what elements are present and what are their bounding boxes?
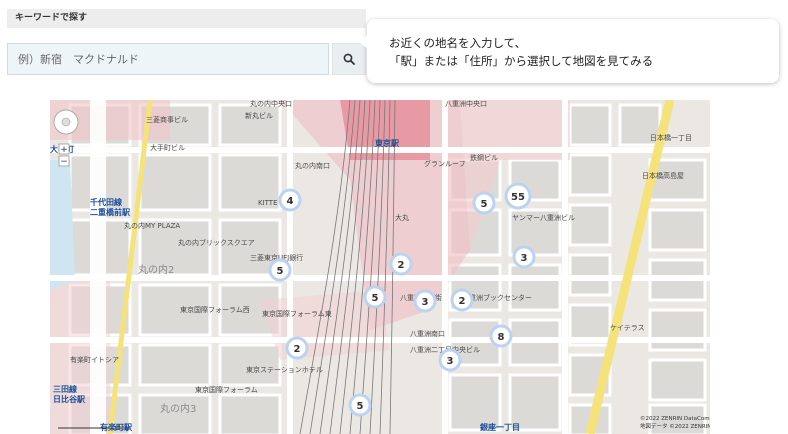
svg-text:2: 2 [398,260,405,271]
map-attribution-2: 地図データ ©2022 ZENRIN [640,422,710,430]
station-label-tokyo: 東京駅 [375,138,400,148]
exit-marunouchi-central: 丸の内中央口 [250,100,292,108]
cluster-marker[interactable]: 5 [268,258,292,282]
cluster-marker[interactable]: 2 [285,336,309,360]
bldg-takashimaya: 日本橋高島屋 [642,171,684,180]
cluster-marker[interactable]: 4 [278,188,302,212]
bldg-station-hotel: 東京ステーションホテル [246,365,323,374]
area-label-marunouchi3: 丸の内3 [160,402,196,415]
svg-text:5: 5 [357,401,364,412]
cluster-marker[interactable]: 5 [363,285,387,309]
bldg-kterrace: ケイテラス [610,324,645,332]
keyword-search-input[interactable] [7,43,329,75]
line-label-mita: 三田線 [53,384,77,394]
map-view[interactable]: 東京駅 丸の内2 丸の内3 千代田線 二重橋前駅 三田線 日比谷駅 有楽町駅 銀… [50,100,710,434]
station-label-hibiya: 日比谷駅 [53,394,86,404]
bldg-my-plaza: 丸の内MY PLAZA [124,221,180,230]
bldg-forum-east: 東京国際フォーラム東 [262,309,332,318]
cluster-marker[interactable]: 3 [413,289,437,313]
svg-text:3: 3 [447,356,454,367]
search-section-header: キーワードで探す [7,9,366,28]
hint-tooltip: お近くの地名を入力して、 「駅」または「住所」から選択して地図を見てみる [359,19,779,83]
bldg-forum: 東京国際フォーラム [195,385,258,394]
zoom-in-button[interactable]: + [58,143,70,155]
cluster-marker[interactable]: 2 [450,288,474,312]
cluster-marker[interactable]: 5 [348,393,372,417]
hint-line-2: 「駅」または「住所」から選択して地図を見てみる [389,54,654,68]
svg-text:3: 3 [521,253,528,264]
bldg-forum-west: 東京国際フォーラム西 [180,305,250,314]
line-label-chiyoda: 千代田線 [90,197,122,207]
bldg-daimaru: 大丸 [395,213,409,222]
map-attribution-1: ©2022 ZENRIN DataCom [640,415,710,422]
search-icon [343,53,355,65]
bldg-nihonbashi1: 日本橋一丁目 [650,133,692,142]
bldg-granroof: グランルーフ [424,159,466,168]
bldg-brick-square: 丸の内ブリックスクエア [178,238,255,247]
bldg-itocia: 有楽町イトシア [70,355,119,364]
area-label-marunouchi2: 丸の内2 [138,263,174,276]
cluster-marker[interactable]: 8 [489,324,513,348]
svg-text:3: 3 [422,297,429,308]
bldg-otemachi: 大手町ビル [150,143,185,152]
station-label-ginza1: 銀座一丁目 [479,422,520,432]
svg-text:5: 5 [372,293,379,304]
cluster-marker[interactable]: 3 [512,245,536,269]
cluster-marker[interactable]: 5 [472,191,496,215]
map-canvas[interactable]: 東京駅 丸の内2 丸の内3 千代田線 二重橋前駅 三田線 日比谷駅 有楽町駅 銀… [50,100,710,434]
map-pan-control[interactable] [53,109,79,135]
bldg-shinmaru: 新丸ビル [245,111,273,120]
bldg-tekko: 鉄鋼ビル [470,153,498,162]
svg-text:5: 5 [277,266,284,277]
svg-text:−: − [60,157,68,167]
cluster-marker[interactable]: 55 [504,182,532,210]
svg-text:8: 8 [498,332,505,343]
zoom-out-button[interactable]: − [58,155,70,167]
exit-marunouchi-south: 丸の内南口 [295,161,330,170]
bldg-mitsubishi: 三菱商事ビル [146,115,188,124]
svg-text:2: 2 [294,344,301,355]
cluster-marker[interactable]: 2 [389,252,413,276]
svg-text:2: 2 [459,296,466,307]
cluster-marker[interactable]: 3 [438,348,462,372]
scale-label: 100m [114,426,130,432]
bldg-kitte: KITTE [258,199,278,207]
station-label-nijubashimae: 二重橋前駅 [90,207,131,217]
svg-text:55: 55 [511,192,525,203]
exit-yaesu-central: 八重洲中央口 [445,100,487,108]
hint-line-1: お近くの地名を入力して、 [389,36,527,50]
exit-yaesu-south: 八重洲南口 [410,329,445,338]
svg-text:5: 5 [481,199,488,210]
bldg-yanmar: ヤンマー八重洲ビル [512,213,575,222]
svg-text:+: + [60,145,68,155]
svg-text:4: 4 [287,196,294,207]
